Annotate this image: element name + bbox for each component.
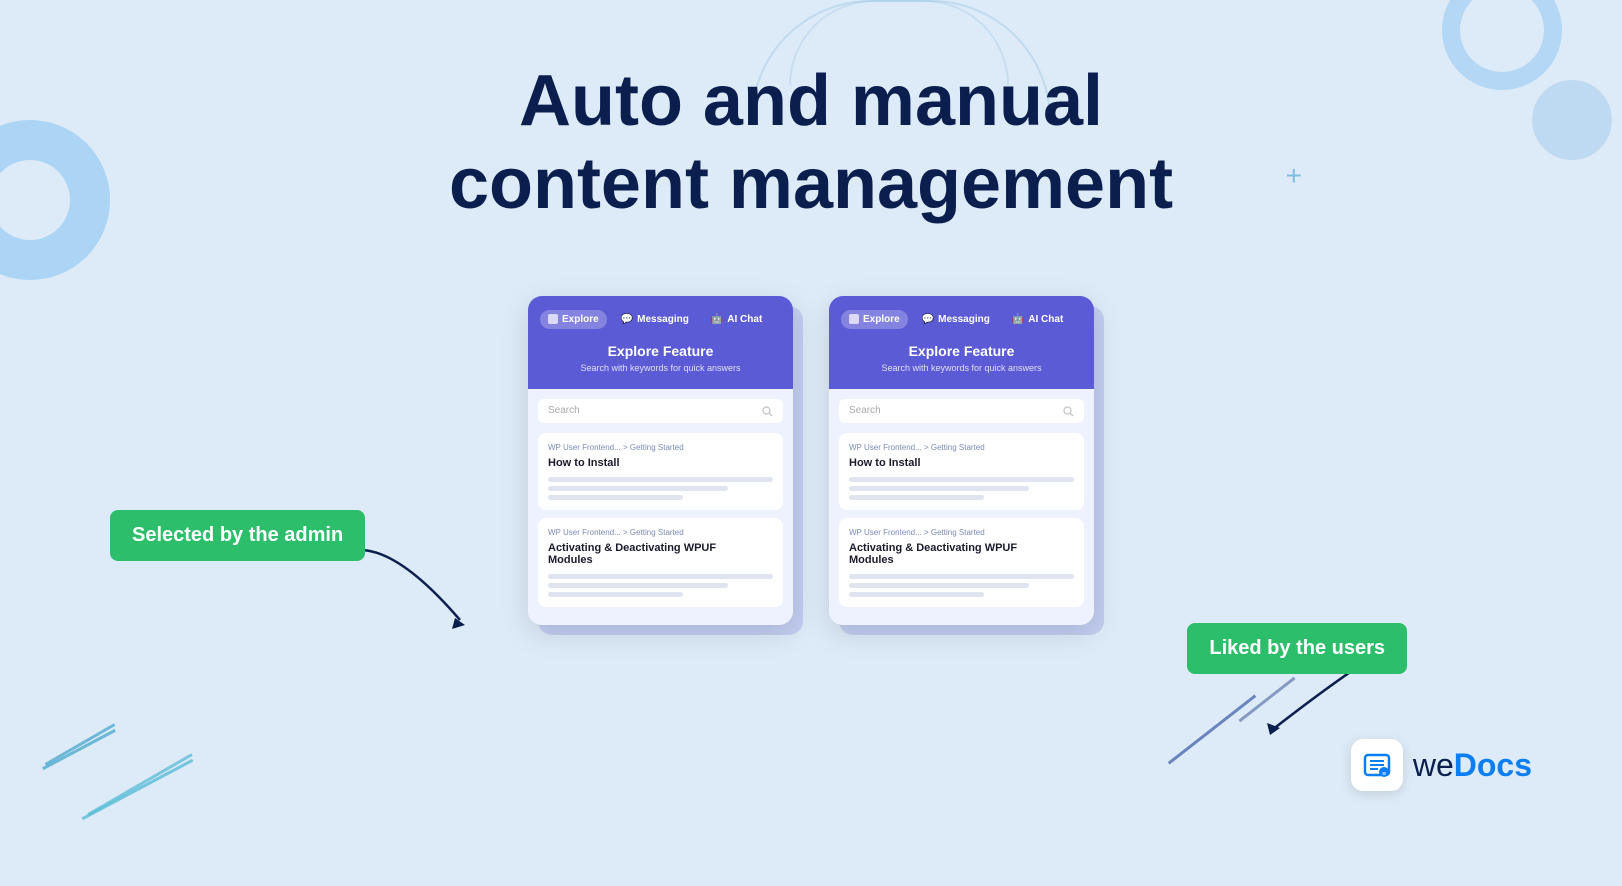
users-label-text: Liked by the users <box>1209 637 1385 659</box>
wedocs-name-bold: Docs <box>1454 747 1532 783</box>
line <box>548 486 728 491</box>
aichat-icon-right: 🤖 <box>1012 314 1024 325</box>
tab-explore-right[interactable]: Explore <box>841 310 908 329</box>
line-decoration-bl1 <box>82 759 194 820</box>
article-card-left-1: WP User Frontend... > Getting Started Ho… <box>538 433 783 510</box>
tab-aichat-left[interactable]: 🤖 AI Chat <box>703 310 770 329</box>
article-title-left-1: How to Install <box>548 457 773 469</box>
tab-messaging-right[interactable]: 💬 Messaging <box>914 310 998 329</box>
admin-label-text: Selected by the admin <box>132 524 343 546</box>
messaging-icon-right: 💬 <box>922 314 934 325</box>
article-breadcrumb-right-1: WP User Frontend... > Getting Started <box>849 443 1074 452</box>
search-placeholder-right: Search <box>849 405 1054 416</box>
wedocs-icon: ≡ <box>1351 739 1403 791</box>
line <box>548 583 728 588</box>
line <box>849 477 1074 482</box>
wedocs-name: weDocs <box>1413 747 1532 784</box>
wedocs-icon-svg: ≡ <box>1362 750 1392 780</box>
line <box>849 495 984 500</box>
tab-bar-right: Explore 💬 Messaging 🤖 AI Chat <box>841 310 1082 329</box>
explore-icon-right <box>849 314 859 324</box>
card-header-left: Explore 💬 Messaging 🤖 AI Chat Explore Fe… <box>528 296 793 389</box>
card-body-right: Search WP User Frontend... > Getting Sta… <box>829 389 1094 625</box>
users-label-badge: Liked by the users <box>1187 623 1407 674</box>
article-lines-right-1 <box>849 477 1074 500</box>
messaging-icon-left: 💬 <box>621 314 633 325</box>
admin-label-badge: Selected by the admin <box>110 510 365 561</box>
article-lines-left-2 <box>548 574 773 597</box>
card-subtitle-right: Search with keywords for quick answers <box>841 363 1082 373</box>
line <box>548 574 773 579</box>
article-title-left-2: Activating & Deactivating WPUFModules <box>548 542 773 566</box>
cards-container: Explore 💬 Messaging 🤖 AI Chat Explore Fe… <box>528 296 1094 625</box>
line <box>849 592 984 597</box>
search-placeholder-left: Search <box>548 405 753 416</box>
main-heading: Auto and manual content management <box>449 60 1173 226</box>
explore-icon-left <box>548 314 558 324</box>
tab-explore-left[interactable]: Explore <box>540 310 607 329</box>
article-title-right-2: Activating & Deactivating WPUFModules <box>849 542 1074 566</box>
search-bar-left[interactable]: Search <box>538 399 783 423</box>
search-icon-right <box>1062 405 1074 417</box>
article-card-left-2: WP User Frontend... > Getting Started Ac… <box>538 518 783 607</box>
line <box>548 495 683 500</box>
tab-aichat-right[interactable]: 🤖 AI Chat <box>1004 310 1071 329</box>
article-breadcrumb-right-2: WP User Frontend... > Getting Started <box>849 528 1074 537</box>
line <box>849 574 1074 579</box>
aichat-icon-left: 🤖 <box>711 314 723 325</box>
tab-messaging-left[interactable]: 💬 Messaging <box>613 310 697 329</box>
article-card-right-2: WP User Frontend... > Getting Started Ac… <box>839 518 1084 607</box>
svg-text:≡: ≡ <box>1382 771 1386 778</box>
line <box>548 477 773 482</box>
article-card-right-1: WP User Frontend... > Getting Started Ho… <box>839 433 1084 510</box>
line <box>548 592 683 597</box>
left-card-wrapper: Explore 💬 Messaging 🤖 AI Chat Explore Fe… <box>528 296 793 625</box>
ui-card-right: Explore 💬 Messaging 🤖 AI Chat Explore Fe… <box>829 296 1094 625</box>
card-title-left: Explore Feature <box>540 343 781 359</box>
line <box>849 583 1029 588</box>
line <box>849 486 1029 491</box>
article-lines-right-2 <box>849 574 1074 597</box>
wedocs-logo: ≡ weDocs <box>1351 739 1532 791</box>
tab-bar-left: Explore 💬 Messaging 🤖 AI Chat <box>540 310 781 329</box>
line-decoration-bl2 <box>42 729 116 770</box>
right-card-wrapper: Explore 💬 Messaging 🤖 AI Chat Explore Fe… <box>829 296 1094 625</box>
card-title-right: Explore Feature <box>841 343 1082 359</box>
card-subtitle-left: Search with keywords for quick answers <box>540 363 781 373</box>
article-breadcrumb-left-2: WP User Frontend... > Getting Started <box>548 528 773 537</box>
ui-card-left: Explore 💬 Messaging 🤖 AI Chat Explore Fe… <box>528 296 793 625</box>
article-lines-left-1 <box>548 477 773 500</box>
card-header-right: Explore 💬 Messaging 🤖 AI Chat Explore Fe… <box>829 296 1094 389</box>
article-breadcrumb-left-1: WP User Frontend... > Getting Started <box>548 443 773 452</box>
article-title-right-1: How to Install <box>849 457 1074 469</box>
search-icon-left <box>761 405 773 417</box>
card-body-left: Search WP User Frontend... > Getting Sta… <box>528 389 793 625</box>
search-bar-right[interactable]: Search <box>839 399 1084 423</box>
